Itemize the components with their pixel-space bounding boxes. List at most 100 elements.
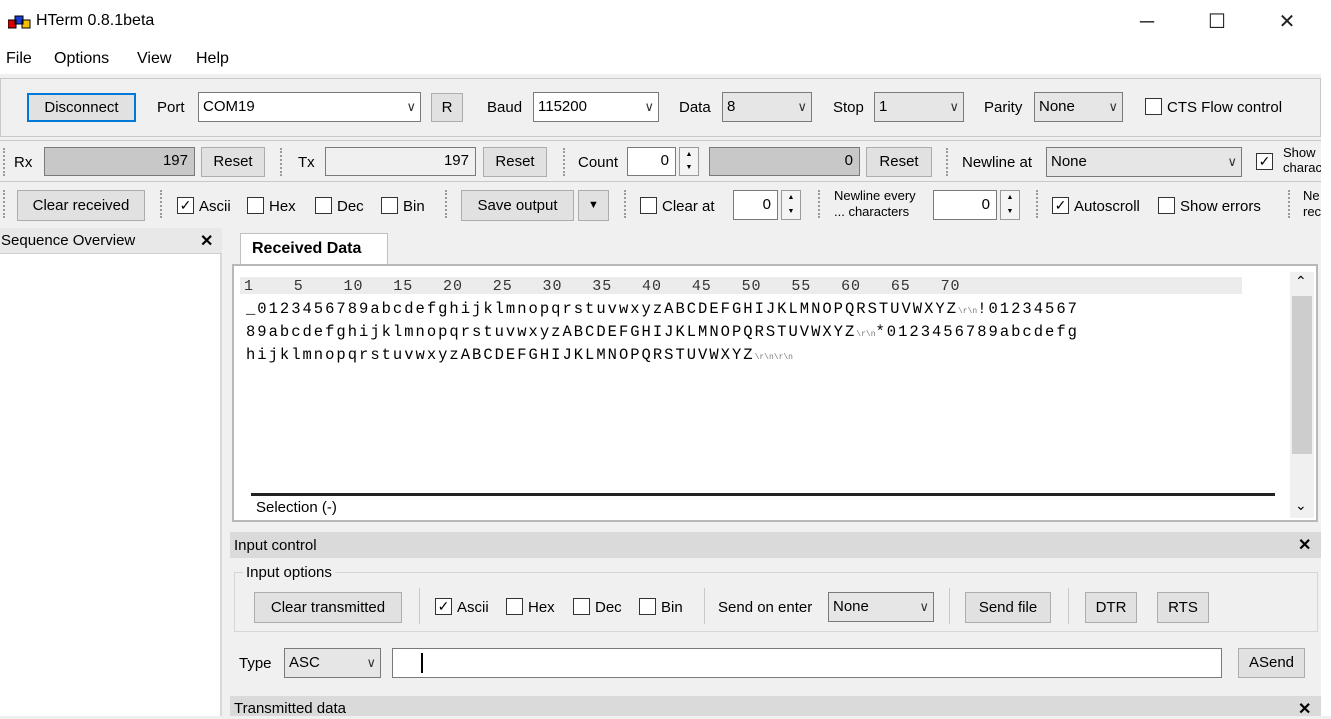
window-title: HTerm 0.8.1beta: [36, 12, 155, 29]
input-control-close-icon[interactable]: ✕: [1298, 535, 1311, 555]
grip-handle[interactable]: [946, 148, 950, 176]
received-line[interactable]: _0123456789abcdefghijklmnopqrstuvwxyzABC…: [246, 300, 1079, 318]
count-reset-button[interactable]: Reset: [866, 147, 932, 177]
data-bits-select[interactable]: 8 ∨: [722, 92, 812, 122]
disconnect-button[interactable]: Disconnect: [27, 93, 136, 122]
tx-count-value: 197: [443, 152, 469, 169]
send-input[interactable]: [392, 648, 1222, 678]
tx-reset-button[interactable]: Reset: [483, 147, 547, 177]
rts-button[interactable]: RTS: [1157, 592, 1209, 623]
scroll-up-icon[interactable]: ⌃: [1295, 273, 1307, 290]
send-dec-checkbox[interactable]: [573, 598, 590, 615]
save-output-dropdown-icon[interactable]: ▼: [578, 190, 609, 221]
grip-handle[interactable]: [818, 190, 822, 218]
received-line[interactable]: 89abcdefghijklmnopqrstuvwxyzABCDEFGHIJKL…: [246, 323, 1079, 341]
send-bin-checkbox[interactable]: [639, 598, 656, 615]
send-hex-checkbox[interactable]: [506, 598, 523, 615]
menu-view[interactable]: View: [137, 50, 171, 68]
maximize-icon[interactable]: ☐: [1194, 8, 1240, 36]
input-options-label: Input options: [243, 564, 335, 581]
stop-bits-select[interactable]: 1 ∨: [874, 92, 964, 122]
transmitted-data-header: [230, 696, 1321, 716]
data-bits-value: 8: [727, 98, 736, 115]
show-chars-checkbox[interactable]: ✓: [1256, 153, 1273, 170]
show-errors-checkbox[interactable]: [1158, 197, 1175, 214]
input-control-title: Input control: [234, 537, 317, 554]
clear-received-button[interactable]: Clear received: [17, 190, 145, 221]
clear-at-spinner[interactable]: ▲ ▼: [781, 190, 801, 220]
recv-dec-label: Dec: [337, 198, 364, 215]
rx-count-field: 197: [44, 147, 195, 176]
newline-at-select[interactable]: None ∨: [1046, 147, 1242, 177]
rx-reset-button[interactable]: Reset: [201, 147, 265, 177]
count-label: Count: [578, 154, 619, 171]
crlf-marker: \r\n: [958, 307, 978, 316]
autoscroll-checkbox[interactable]: ✓: [1052, 197, 1069, 214]
grip-handle[interactable]: [1288, 190, 1292, 218]
stop-bits-value: 1: [879, 98, 888, 115]
received-line-tail: *0123456789abcdefg: [875, 323, 1079, 341]
recv-hex-label: Hex: [269, 198, 296, 215]
sequence-overview-title: Sequence Overview: [1, 232, 136, 249]
send-on-enter-value: None: [833, 598, 869, 615]
show-errors-label: Show errors: [1180, 198, 1261, 215]
asend-button[interactable]: ASend: [1238, 648, 1305, 678]
vertical-separator: [949, 588, 950, 624]
menu-options[interactable]: Options: [54, 50, 109, 68]
parity-value: None: [1039, 98, 1075, 115]
text-cursor: [421, 653, 423, 674]
minimize-icon[interactable]: ─: [1124, 8, 1170, 36]
rx-count-value: 197: [162, 152, 188, 169]
transmitted-close-icon[interactable]: ✕: [1298, 699, 1311, 719]
cts-flow-checkbox[interactable]: [1145, 98, 1162, 115]
selection-divider: [251, 493, 1275, 496]
recv-dec-checkbox[interactable]: [315, 197, 332, 214]
autoscroll-label: Autoscroll: [1074, 198, 1140, 215]
save-output-button[interactable]: Save output: [461, 190, 574, 221]
received-line[interactable]: hijklmnopqrstuvwxyzABCDEFGHIJKLMNOPQRSTU…: [246, 346, 793, 364]
grip-handle[interactable]: [280, 148, 284, 176]
refresh-ports-button[interactable]: R: [431, 93, 463, 122]
count-total-value: 0: [844, 152, 853, 169]
count-input-value: 0: [660, 152, 669, 169]
dtr-button[interactable]: DTR: [1085, 592, 1137, 623]
newline-every-input[interactable]: 0: [933, 190, 997, 220]
grip-handle[interactable]: [563, 148, 567, 176]
grip-handle[interactable]: [445, 190, 449, 218]
window-edge: [1321, 44, 1331, 716]
received-tab-label: Received Data: [252, 240, 362, 257]
scrollbar-thumb[interactable]: [1292, 296, 1312, 454]
stop-bits-label: Stop: [833, 99, 864, 116]
count-spinner[interactable]: ▲ ▼: [679, 147, 699, 176]
send-ascii-checkbox[interactable]: ✓: [435, 598, 452, 615]
send-ascii-label: Ascii: [457, 599, 489, 616]
recv-bin-checkbox[interactable]: [381, 197, 398, 214]
grip-handle[interactable]: [3, 148, 7, 176]
menu-help[interactable]: Help: [196, 50, 229, 68]
recv-ascii-checkbox[interactable]: ✓: [177, 197, 194, 214]
send-file-button[interactable]: Send file: [965, 592, 1051, 623]
menu-file[interactable]: File: [6, 50, 32, 68]
recv-hex-checkbox[interactable]: [247, 197, 264, 214]
count-input[interactable]: 0: [627, 147, 676, 176]
grip-handle[interactable]: [160, 190, 164, 218]
scroll-down-icon[interactable]: ⌄: [1295, 497, 1307, 514]
newline-every-spinner[interactable]: ▲ ▼: [1000, 190, 1020, 220]
grip-handle[interactable]: [624, 190, 628, 218]
transmitted-data-title: Transmitted data: [234, 700, 346, 717]
grip-handle[interactable]: [1036, 190, 1040, 218]
sequence-close-icon[interactable]: ✕: [200, 231, 213, 251]
send-on-enter-select[interactable]: None ∨: [828, 592, 934, 622]
received-line-text: _0123456789abcdefghijklmnopqrstuvwxyzABC…: [246, 300, 958, 318]
grip-handle[interactable]: [3, 190, 7, 218]
type-select[interactable]: ASC ∨: [284, 648, 381, 678]
received-line-text: hijklmnopqrstuvwxyzABCDEFGHIJKLMNOPQRSTU…: [246, 346, 755, 364]
clear-at-input[interactable]: 0: [733, 190, 778, 220]
close-icon[interactable]: ✕: [1264, 8, 1310, 36]
parity-select[interactable]: None ∨: [1034, 92, 1123, 122]
clear-at-checkbox[interactable]: [640, 197, 657, 214]
clear-transmitted-button[interactable]: Clear transmitted: [254, 592, 402, 623]
chevron-down-icon: ∨: [1108, 99, 1118, 114]
port-select[interactable]: COM19 ∨: [198, 92, 421, 122]
baud-select[interactable]: 115200 ∨: [533, 92, 659, 122]
